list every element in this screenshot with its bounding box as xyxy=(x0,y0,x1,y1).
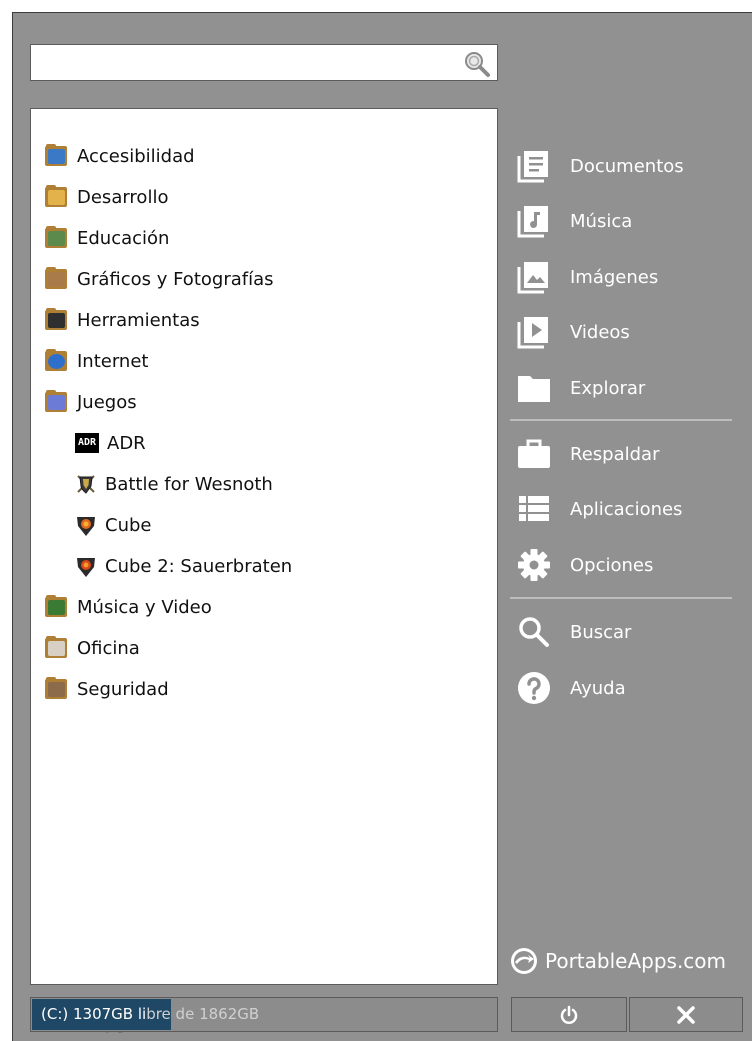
drive-space-bar: (C:) 1307GB libre de 1862GB xyxy=(30,997,498,1032)
folder-games-open-icon xyxy=(45,390,67,412)
search-icon[interactable] xyxy=(463,50,491,78)
app-label: Battle for Wesnoth xyxy=(105,473,273,495)
category-label: Oficina xyxy=(77,637,140,659)
menu-label: Opciones xyxy=(570,554,654,576)
gear-icon xyxy=(518,549,550,581)
wesnoth-shield-icon xyxy=(77,475,95,494)
menu-separator xyxy=(510,597,732,599)
menu-label: Música xyxy=(570,210,633,232)
category-label: Educación xyxy=(77,227,170,249)
drive-space-text: (C:) 1307GB libre de 1862GB xyxy=(41,1005,260,1023)
folder-development-icon xyxy=(45,185,67,207)
app-cube-2-sauerbraten[interactable]: Cube 2: Sauerbraten xyxy=(75,549,292,583)
cube2-icon xyxy=(77,558,95,577)
menu-label: Aplicaciones xyxy=(570,498,683,520)
search-box[interactable] xyxy=(30,44,498,81)
folder-security-icon xyxy=(45,677,67,699)
videos-icon xyxy=(517,317,548,349)
menu-label: Buscar xyxy=(570,621,632,643)
search-input[interactable] xyxy=(37,49,447,76)
folder-office-icon xyxy=(45,636,67,658)
adr-icon: ADR xyxy=(75,433,99,453)
category-accesibilidad[interactable]: Accesibilidad xyxy=(45,139,195,173)
category-label: Herramientas xyxy=(77,309,200,331)
menu-opciones[interactable]: Opciones xyxy=(516,543,746,587)
power-icon xyxy=(560,1005,578,1024)
portableapps-menu-window: Accesibilidad Desarrollo Educación Gráfi… xyxy=(12,12,752,1041)
menu-label: Videos xyxy=(570,321,630,343)
category-label: Juegos xyxy=(77,391,137,413)
close-button[interactable] xyxy=(629,997,743,1032)
menu-videos[interactable]: Videos xyxy=(516,310,746,354)
menu-aplicaciones[interactable]: Aplicaciones xyxy=(516,487,746,531)
menu-imagenes[interactable]: Imágenes xyxy=(516,255,746,299)
close-icon xyxy=(677,1005,695,1024)
pictures-icon xyxy=(517,262,548,294)
help-icon xyxy=(518,672,550,704)
menu-ayuda[interactable]: Ayuda xyxy=(516,666,746,710)
documents-icon xyxy=(517,151,548,183)
category-educacion[interactable]: Educación xyxy=(45,221,169,255)
category-herramientas[interactable]: Herramientas xyxy=(45,303,200,337)
folder-accessibility-icon xyxy=(45,144,67,166)
folder-education-icon xyxy=(45,226,67,248)
category-juegos[interactable]: Juegos xyxy=(45,385,137,419)
list-icon xyxy=(519,496,549,521)
category-internet[interactable]: Internet xyxy=(45,344,148,378)
category-oficina[interactable]: Oficina xyxy=(45,631,140,665)
category-seguridad[interactable]: Seguridad xyxy=(45,672,169,706)
music-icon xyxy=(517,206,548,238)
brand-label: PortableApps.com xyxy=(545,949,727,973)
app-label: ADR xyxy=(107,432,146,454)
app-cube[interactable]: Cube xyxy=(75,508,151,542)
category-desarrollo[interactable]: Desarrollo xyxy=(45,180,168,214)
category-label: Música y Video xyxy=(77,596,212,618)
portableapps-logo-icon xyxy=(511,948,537,974)
folder-utilities-icon xyxy=(45,308,67,330)
app-list-panel: Accesibilidad Desarrollo Educación Gráfi… xyxy=(30,108,498,1037)
menu-documentos[interactable]: Documentos xyxy=(516,144,746,188)
menu-label: Ayuda xyxy=(570,677,626,699)
menu-label: Explorar xyxy=(570,377,646,399)
app-label: Cube 2: Sauerbraten xyxy=(105,555,293,577)
menu-label: Imágenes xyxy=(570,266,659,288)
menu-label: Documentos xyxy=(570,155,684,177)
app-label: Cube xyxy=(105,514,152,536)
menu-label: Respaldar xyxy=(570,443,660,465)
folder-music-video-icon xyxy=(45,595,67,617)
search-icon xyxy=(519,617,549,647)
menu-buscar[interactable]: Buscar xyxy=(516,610,746,654)
cube-icon xyxy=(77,517,95,536)
folder-icon xyxy=(518,376,550,402)
menu-respaldar[interactable]: Respaldar xyxy=(516,432,746,476)
category-graficos[interactable]: Gráficos y Fotografías xyxy=(45,262,274,296)
portableapps-brand[interactable]: PortableApps.com xyxy=(509,946,726,976)
app-adr[interactable]: ADR ADR xyxy=(75,426,146,460)
app-battle-for-wesnoth[interactable]: Battle for Wesnoth xyxy=(75,467,273,501)
menu-separator xyxy=(510,419,732,421)
menu-musica[interactable]: Música xyxy=(516,199,746,243)
category-label: Accesibilidad xyxy=(77,145,195,167)
category-label: Desarrollo xyxy=(77,186,169,208)
category-label: Gráficos y Fotografías xyxy=(77,268,274,290)
folder-graphics-icon xyxy=(45,267,67,289)
category-label: Seguridad xyxy=(77,678,169,700)
power-button[interactable] xyxy=(511,997,627,1032)
category-musica-video[interactable]: Música y Video xyxy=(45,590,212,624)
menu-explorar[interactable]: Explorar xyxy=(516,366,746,410)
folder-internet-icon xyxy=(45,349,67,371)
briefcase-icon xyxy=(518,439,550,468)
category-label: Internet xyxy=(77,350,149,372)
